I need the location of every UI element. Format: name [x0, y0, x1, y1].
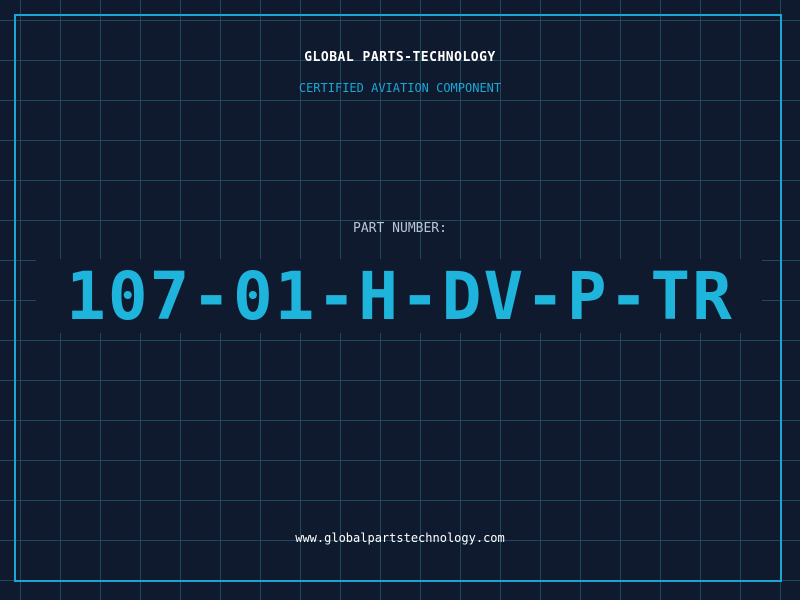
company-name: GLOBAL PARTS-TECHNOLOGY [304, 50, 496, 65]
website-url: www.globalpartstechnology.com [295, 531, 505, 545]
part-number-value: 107-01-H-DV-P-TR [66, 258, 734, 335]
certification-tagline: CERTIFIED AVIATION COMPONENT [298, 81, 502, 95]
part-number-label: PART NUMBER: [353, 221, 447, 236]
